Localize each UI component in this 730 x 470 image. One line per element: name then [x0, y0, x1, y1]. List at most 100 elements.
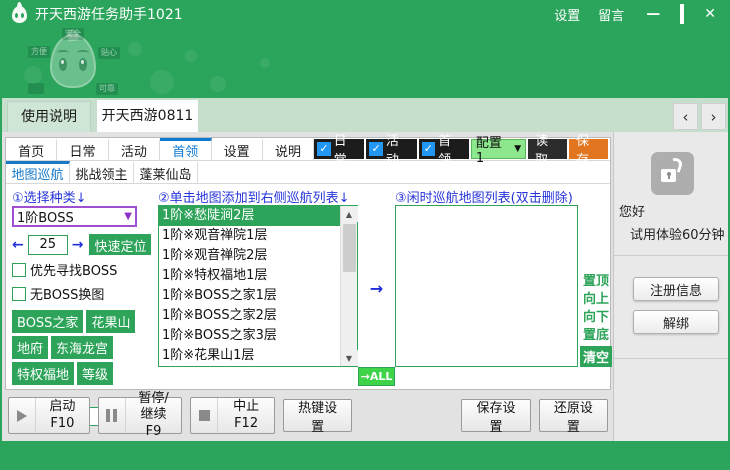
- start-hotkey: F10: [50, 416, 74, 431]
- list-item[interactable]: 1阶※观音禅院1层: [159, 226, 340, 246]
- stop-button[interactable]: 中止F12: [190, 397, 275, 434]
- window-title: 开天西游任务助手1021: [35, 4, 183, 24]
- cruise-list-section: ③闲时巡航地图列表(双击删除) 置顶 向上 向下 置底 清空: [395, 187, 614, 389]
- tab-home[interactable]: 首页: [6, 138, 57, 160]
- read-config-button[interactable]: 读取: [528, 139, 567, 159]
- scroll-down-icon[interactable]: ▼: [341, 350, 358, 366]
- subtab-challenge-lord[interactable]: 挑战领主: [70, 161, 134, 183]
- titlebar-settings-link[interactable]: 设置: [554, 5, 580, 24]
- save-settings-button[interactable]: 保存设置: [461, 399, 530, 432]
- checkbox-icon: [12, 263, 26, 277]
- section2-title: ②单击地图添加到右侧巡航列表↓: [158, 187, 358, 204]
- privilege-land-button[interactable]: 特权福地: [12, 362, 74, 385]
- badge-reliable: 可靠: [96, 83, 118, 95]
- map-source-list: 1阶※愁陡涧2层 1阶※观音禅院1层 1阶※观音禅院2层 1阶※特权福地1层 1…: [158, 205, 358, 367]
- quick-locate-button[interactable]: 快速定位: [89, 234, 151, 255]
- checkbox-activity-checked-icon: ✓: [369, 142, 382, 156]
- scroll-up-icon[interactable]: ▲: [341, 206, 358, 222]
- tab-boss[interactable]: 首领: [160, 138, 211, 160]
- list-item[interactable]: 1阶※BOSS之家1层: [159, 286, 340, 306]
- app-window: 开天西游任务助手1021 设置 留言 — ✕ 安全 方便 贴心 可靠 使: [0, 0, 730, 470]
- donghai-longgong-button[interactable]: 东海龙宫: [51, 336, 113, 359]
- transfer-column: → →ALL: [358, 187, 395, 389]
- level-increase-arrow[interactable]: →: [72, 237, 84, 253]
- tab-scroll-right-button[interactable]: ›: [701, 103, 726, 130]
- list-item[interactable]: 1阶※愁陡涧2层: [159, 206, 340, 226]
- list-item[interactable]: 1阶※BOSS之家3层: [159, 326, 340, 346]
- badge-convenient: 方便: [28, 46, 50, 58]
- divider: [614, 255, 728, 256]
- tab-activity[interactable]: 活动: [109, 138, 160, 160]
- badge-caring: 贴心: [98, 47, 120, 59]
- chevron-down-icon: ▼: [124, 211, 132, 222]
- tab-manual[interactable]: 使用说明: [7, 101, 91, 132]
- minimize-button[interactable]: —: [646, 7, 660, 21]
- scrollbar[interactable]: ▲ ▼: [340, 206, 357, 366]
- subtab-map-cruise[interactable]: 地图巡航: [6, 161, 70, 183]
- subtab-penglai-island[interactable]: 蓬莱仙岛: [134, 161, 198, 183]
- banner-bubble: [24, 66, 42, 84]
- titlebar: 开天西游任务助手1021 设置 留言 — ✕: [0, 0, 730, 28]
- mascot-eye: [59, 58, 67, 71]
- boss-home-button[interactable]: BOSS之家: [12, 310, 83, 333]
- move-up-button[interactable]: 向上: [583, 292, 609, 308]
- quick-toolbar: ✓ 日常 ✓ 活动 ✓ 首领 配置1 ▼ 读取: [314, 138, 610, 160]
- config-select[interactable]: 配置1 ▼: [471, 139, 526, 159]
- level-decrease-arrow[interactable]: ←: [12, 237, 24, 253]
- map-source-section: ②单击地图添加到右侧巡航列表↓ 1阶※愁陡涧2层 1阶※观音禅院1层 1阶※观音…: [158, 187, 358, 389]
- checkbox-activity[interactable]: ✓ 活动: [366, 139, 416, 159]
- app-logo-icon: [12, 6, 27, 23]
- find-boss-first-label: 优先寻找BOSS: [30, 260, 117, 279]
- tab-help[interactable]: 说明: [263, 138, 314, 160]
- map-cruise-page: ①选择种类↓ 1阶BOSS ▼ ← → 快速定位 优先寻找BOSS: [6, 184, 610, 389]
- add-all-button[interactable]: →ALL: [358, 367, 396, 386]
- list-item[interactable]: 1阶※花果山1层: [159, 346, 340, 366]
- cruise-map-list[interactable]: [395, 205, 578, 367]
- level-button[interactable]: 等级: [77, 362, 113, 385]
- boss-type-select[interactable]: 1阶BOSS ▼: [12, 206, 137, 227]
- list-item[interactable]: 1阶※观音禅院2层: [159, 246, 340, 266]
- move-bottom-button[interactable]: 置底: [583, 328, 609, 344]
- move-top-button[interactable]: 置顶: [583, 274, 609, 290]
- pause-resume-button[interactable]: 暂停/继续F9: [98, 397, 183, 434]
- hotkey-settings-button[interactable]: 热键设置: [283, 399, 352, 432]
- move-down-button[interactable]: 向下: [583, 310, 609, 326]
- huaguoshan-button[interactable]: 花果山: [86, 310, 135, 333]
- chevron-down-icon: ▼: [514, 144, 521, 154]
- list-item[interactable]: 1阶※BOSS之家2层: [159, 306, 340, 326]
- tab-settings[interactable]: 设置: [212, 138, 263, 160]
- banner-bubble: [128, 42, 142, 56]
- save-config-button[interactable]: 保存: [569, 139, 608, 159]
- list-item[interactable]: 1阶※特权福地1层: [159, 266, 340, 286]
- main-tabs: 首页 日常 活动 首领 设置 说明 ✓ 日常 ✓ 活动 ✓: [6, 138, 610, 161]
- action-bar: 启动F10 暂停/继续F9 中止F12 热键设置 保存设置 还原设置: [8, 397, 608, 434]
- close-button[interactable]: ✕: [704, 7, 716, 21]
- checkbox-daily-checked-icon: ✓: [317, 142, 330, 156]
- banner: 安全 方便 贴心 可靠: [0, 28, 730, 98]
- tab-daily[interactable]: 日常: [57, 138, 108, 160]
- restore-settings-button[interactable]: 还原设置: [539, 399, 608, 432]
- greeting-text: 您好: [619, 201, 645, 220]
- tab-game-instance[interactable]: 开天西游0811: [97, 100, 198, 132]
- start-button[interactable]: 启动F10: [8, 397, 90, 434]
- divider: [614, 358, 728, 359]
- no-boss-switch-map-label: 无BOSS换图: [30, 284, 104, 303]
- level-input[interactable]: [28, 235, 68, 255]
- find-boss-first-checkbox[interactable]: 优先寻找BOSS: [12, 260, 155, 279]
- transfer-arrow-icon: →: [370, 279, 383, 298]
- register-info-button[interactable]: 注册信息: [633, 277, 719, 301]
- checkbox-boss[interactable]: ✓ 首领: [419, 139, 469, 159]
- map-category-buttons: BOSS之家 花果山 地府 东海龙宫 特权福地 等级: [12, 310, 154, 385]
- scrollbar-thumb[interactable]: [343, 224, 356, 272]
- titlebar-message-link[interactable]: 留言: [598, 5, 624, 24]
- unlock-icon: [651, 152, 694, 195]
- maximize-button[interactable]: [680, 7, 684, 21]
- stop-icon: [199, 410, 210, 421]
- clear-list-button[interactable]: 清空: [580, 346, 612, 367]
- tab-scroll-left-button[interactable]: ‹: [673, 103, 698, 130]
- stop-label: 中止: [233, 399, 259, 414]
- checkbox-daily[interactable]: ✓ 日常: [314, 139, 364, 159]
- no-boss-switch-map-checkbox[interactable]: 无BOSS换图: [12, 284, 155, 303]
- difu-button[interactable]: 地府: [12, 336, 48, 359]
- unbind-button[interactable]: 解绑: [633, 310, 719, 334]
